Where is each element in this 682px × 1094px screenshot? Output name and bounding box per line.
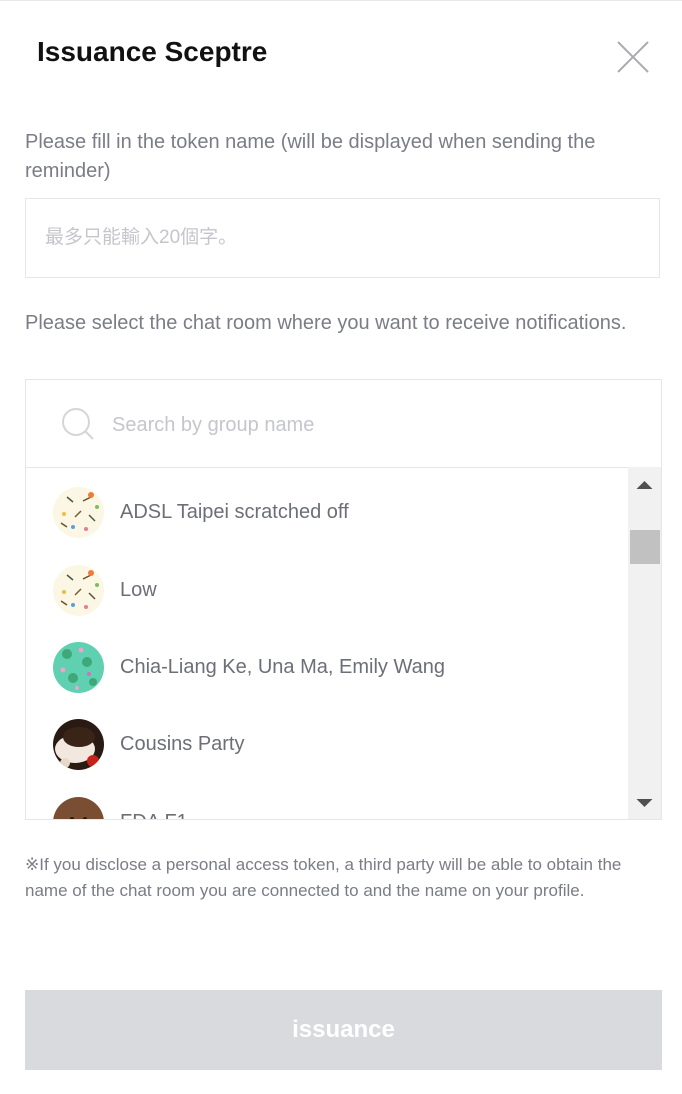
privacy-notice: ※If you disclose a personal access token… — [25, 855, 622, 900]
list-item[interactable]: Cousins Party — [26, 706, 628, 783]
bear-icon — [53, 797, 104, 819]
group-search-bar — [26, 380, 661, 468]
pattern-icon — [53, 565, 104, 616]
list-item[interactable]: Low — [26, 552, 628, 629]
list-item[interactable]: Chia-Liang Ke, Una Ma, Emily Wang — [26, 629, 628, 706]
close-icon — [617, 41, 649, 73]
photo-icon — [53, 719, 104, 770]
scroll-up-button[interactable] — [628, 467, 661, 497]
pattern-icon — [53, 487, 104, 538]
room-name: FDA F1 — [120, 784, 188, 819]
token-name-input[interactable] — [25, 198, 660, 278]
group-search-input[interactable] — [110, 402, 634, 448]
room-name: ADSL Taipei scratched off — [120, 501, 349, 523]
search-icon — [62, 408, 94, 440]
list-item[interactable]: FDA F1 — [26, 784, 628, 819]
token-name-label: Please fill in the token name (will be d… — [25, 131, 596, 182]
room-name: Chia-Liang Ke, Una Ma, Emily Wang — [120, 656, 445, 678]
chat-room-selector: ADSL Taipei scratched off Low — [25, 379, 662, 820]
room-list-scrollbar[interactable] — [628, 467, 661, 819]
issuance-button[interactable]: issuance — [25, 990, 662, 1070]
room-name: Low — [120, 579, 157, 601]
triangle-down-icon — [636, 799, 653, 807]
chat-room-label: Please select the chat room where you wa… — [25, 312, 627, 334]
close-button[interactable] — [612, 36, 654, 78]
frog-pattern-icon — [53, 642, 104, 693]
modal-title: Issuance Sceptre — [37, 36, 268, 67]
scroll-thumb[interactable] — [630, 530, 660, 564]
room-name: Cousins Party — [120, 733, 245, 755]
triangle-up-icon — [636, 481, 653, 489]
chat-room-list: ADSL Taipei scratched off Low Chia-Liang… — [26, 467, 628, 819]
list-item[interactable]: ADSL Taipei scratched off — [26, 474, 628, 551]
top-divider — [0, 0, 682, 1]
scroll-down-button[interactable] — [628, 789, 661, 819]
